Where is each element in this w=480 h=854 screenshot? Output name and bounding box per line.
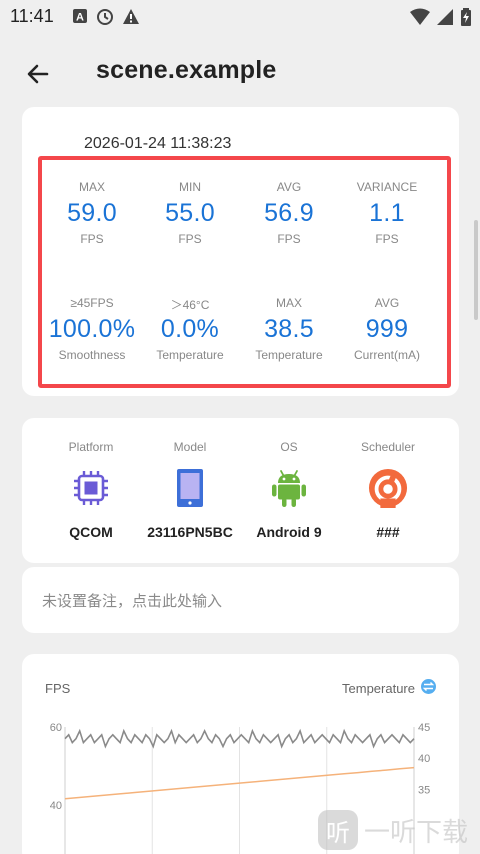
stat-value: 999	[365, 315, 409, 343]
stat-over-temp: ＞46°C 0.0% Temperature	[140, 296, 240, 362]
swap-icon	[423, 682, 434, 691]
arrow-left-icon	[27, 64, 49, 84]
stat-unit: Temperature	[156, 348, 224, 362]
stat-value: 0.0%	[160, 315, 220, 343]
right-tick-label: 35	[418, 784, 430, 796]
stat-smoothness: ≥45FPS 100.0% Smoothness	[42, 296, 142, 362]
summary-card: 2026-01-24 11:38:23 MAX 59.0 FPS MIN 55.…	[22, 107, 459, 396]
stat-unit: Temperature	[255, 348, 323, 362]
stat-label: AVG	[276, 180, 302, 194]
stat-fps-min: MIN 55.0 FPS	[140, 180, 240, 246]
device-value: Android 9	[256, 524, 322, 540]
device-label: Model	[173, 440, 207, 454]
device-label: OS	[280, 440, 298, 454]
note-input[interactable]: 未设置备注，点击此处输入	[22, 567, 459, 633]
stat-label: AVG	[374, 296, 400, 310]
back-button[interactable]	[18, 54, 58, 94]
note-placeholder: 未设置备注，点击此处输入	[42, 593, 223, 610]
stat-unit: FPS	[80, 232, 104, 246]
stat-unit: FPS	[277, 232, 301, 246]
app-bar: scene.example	[0, 44, 480, 100]
device-scheduler: Scheduler ###	[333, 440, 443, 540]
swap-axis-button[interactable]	[421, 679, 436, 694]
cellular-icon	[437, 9, 453, 25]
status-bar: 11:41 A	[0, 0, 480, 34]
android-icon	[269, 468, 309, 508]
device-os: OS Android 9	[234, 440, 344, 540]
chip-icon	[71, 468, 111, 508]
stat-fps-variance: VARIANCE 1.1 FPS	[337, 180, 437, 246]
left-tick-label: 60	[50, 722, 62, 734]
clock-icon	[97, 9, 113, 25]
stat-unit: Smoothness	[58, 348, 126, 362]
left-tick-label: 40	[50, 800, 62, 812]
status-icons-right	[410, 8, 472, 26]
stat-label: MIN	[179, 180, 201, 194]
status-time: 11:41	[10, 6, 54, 26]
stat-label: ＞46°C	[170, 298, 210, 312]
text-a-icon: A	[73, 9, 87, 24]
stat-fps-avg: AVG 56.9 FPS	[239, 180, 339, 246]
stat-value: 100.0%	[48, 315, 136, 343]
stat-value: 1.1	[369, 199, 405, 227]
stat-value: 59.0	[67, 199, 117, 227]
scheduler-icon	[368, 468, 408, 508]
battery-charging-icon	[461, 8, 471, 26]
device-value: QCOM	[69, 524, 113, 540]
stat-label: MAX	[275, 296, 302, 310]
device-value: 23116PN5BC	[147, 524, 233, 540]
stat-label: MAX	[78, 180, 105, 194]
stat-fps-max: MAX 59.0 FPS	[42, 180, 142, 246]
device-label: Scheduler	[360, 440, 416, 454]
stat-value: 56.9	[264, 199, 314, 227]
stat-label: VARIANCE	[356, 180, 418, 194]
right-tick-label: 40	[418, 753, 430, 765]
watermark-text: 一听下载	[364, 817, 469, 848]
right-tick-label: 45	[418, 722, 430, 734]
status-icons-left: A	[72, 8, 140, 26]
stat-label: ≥45FPS	[70, 296, 114, 310]
phone-icon	[170, 468, 210, 508]
stat-unit: FPS	[375, 232, 399, 246]
stat-value: 55.0	[165, 199, 215, 227]
chart-temp-label: Temperature	[342, 681, 415, 696]
device-platform: Platform QCOM	[36, 440, 146, 540]
device-info-card: Platform QCOM Model 23116PN5BC OS Androi…	[22, 418, 459, 563]
stat-value: 38.5	[264, 315, 314, 343]
stat-unit: Current(mA)	[353, 348, 420, 362]
device-value: ###	[376, 524, 400, 540]
stat-current-avg: AVG 999 Current(mA)	[337, 296, 437, 362]
watermark: 听 一听下载	[318, 810, 468, 850]
device-label: Platform	[68, 440, 114, 454]
warning-icon	[123, 9, 139, 24]
stat-temp-max: MAX 38.5 Temperature	[239, 296, 339, 362]
stat-unit: FPS	[178, 232, 202, 246]
svg-text:A: A	[76, 12, 84, 24]
page-title: scene.example	[96, 56, 277, 84]
watermark-logo: 听	[318, 810, 358, 850]
chart-fps-label: FPS	[45, 681, 71, 696]
device-model: Model 23116PN5BC	[135, 440, 245, 540]
wifi-icon	[410, 8, 430, 25]
session-timestamp: 2026-01-24 11:38:23	[84, 135, 232, 152]
scrollbar[interactable]	[474, 220, 478, 320]
